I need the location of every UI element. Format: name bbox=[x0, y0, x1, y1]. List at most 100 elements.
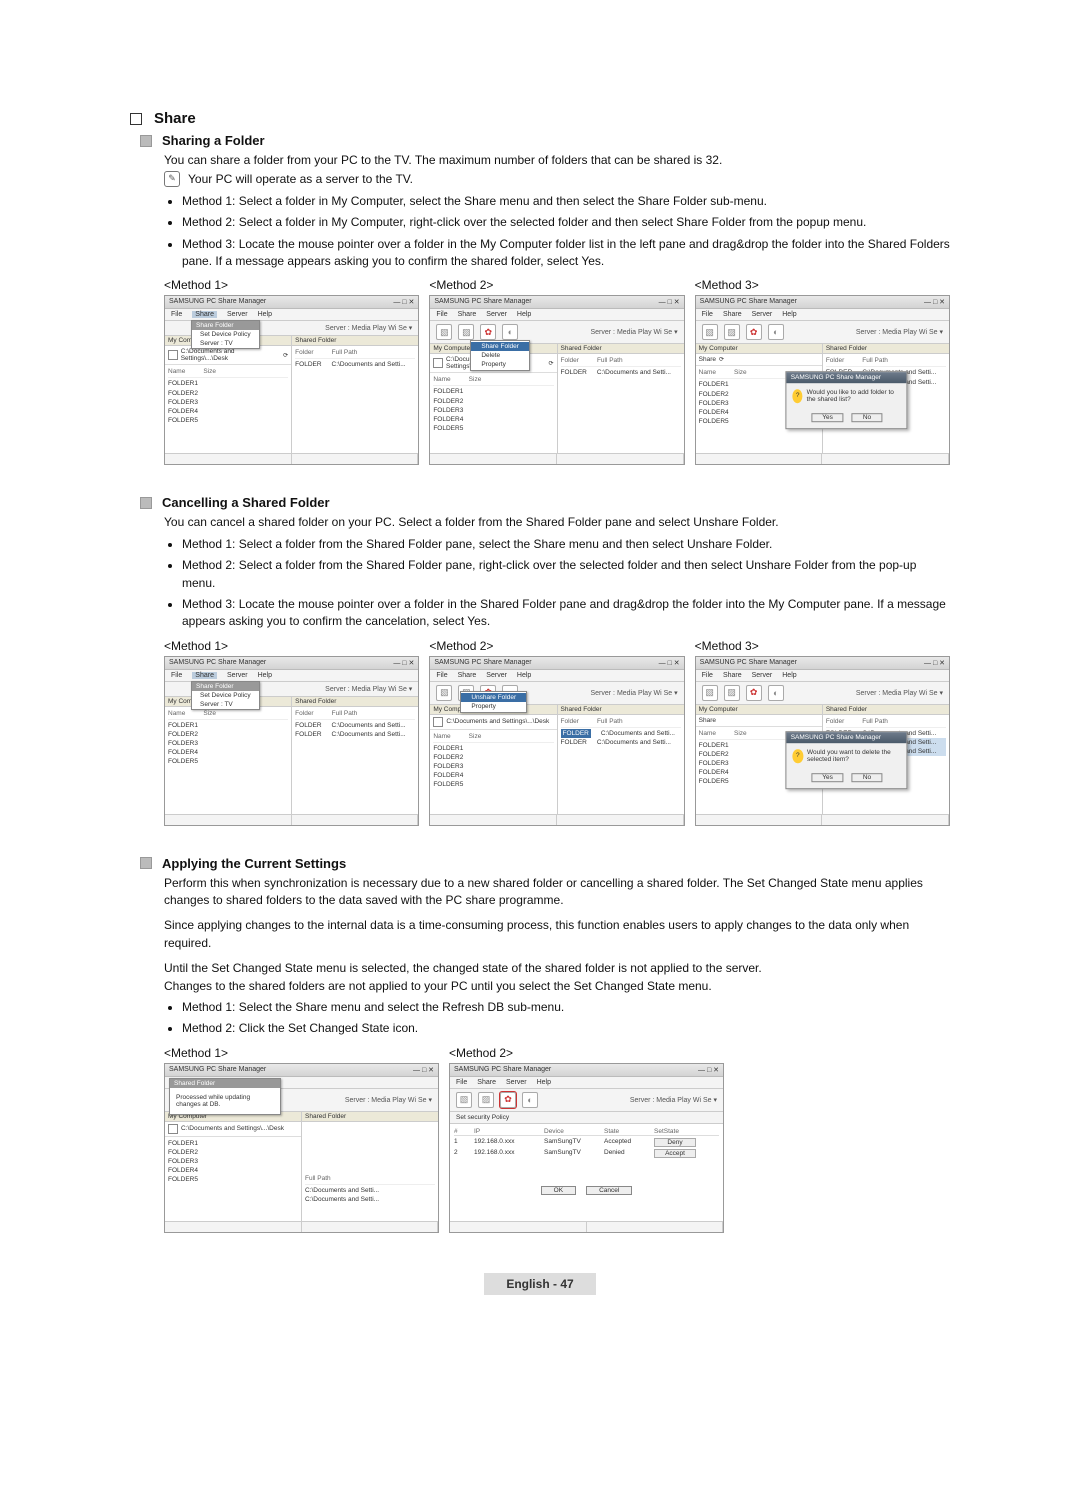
set-device-policy-item[interactable]: Set Device Policy bbox=[192, 691, 259, 700]
unshare-icon[interactable]: ▨ bbox=[478, 1092, 494, 1108]
menu-share[interactable]: Share bbox=[458, 672, 477, 679]
menu-file[interactable]: File bbox=[702, 672, 713, 679]
share-folder-item[interactable]: Share Folder bbox=[192, 321, 259, 330]
menu-help[interactable]: Help bbox=[782, 672, 796, 679]
refresh-icon[interactable]: ⟳ bbox=[548, 360, 553, 367]
shared-item[interactable]: FOLDER bbox=[561, 738, 587, 747]
menu-file[interactable]: File bbox=[171, 672, 182, 679]
list-item[interactable]: FOLDER1 bbox=[168, 1139, 298, 1148]
menu-file[interactable]: File bbox=[456, 1079, 467, 1086]
list-item[interactable]: FOLDER3 bbox=[433, 406, 553, 415]
menu-help[interactable]: Help bbox=[537, 1079, 551, 1086]
menubar[interactable]: File Share Server Help bbox=[430, 309, 683, 321]
ctx-property[interactable]: Property bbox=[471, 360, 529, 369]
list-item[interactable]: FOLDER4 bbox=[168, 1166, 298, 1175]
policy-icon[interactable]: ◐ bbox=[768, 685, 784, 701]
server-label[interactable]: Server : Media Play Wi Se ▾ bbox=[591, 328, 678, 336]
menu-server[interactable]: Server bbox=[486, 672, 507, 679]
list-item[interactable]: FOLDER3 bbox=[168, 1157, 298, 1166]
menu-server[interactable]: Server bbox=[227, 311, 248, 318]
menu-share[interactable]: Share bbox=[723, 672, 742, 679]
policy-icon[interactable]: ◐ bbox=[502, 324, 518, 340]
shared-item[interactable]: FOLDER bbox=[561, 368, 587, 377]
list-item[interactable]: FOLDER2 bbox=[168, 1148, 298, 1157]
list-item[interactable]: FOLDER5 bbox=[168, 757, 288, 766]
share-dropdown[interactable]: Share Folder Set Device Policy Server : … bbox=[191, 681, 260, 710]
set-device-policy-item[interactable]: Set Device Policy bbox=[192, 330, 259, 339]
list-item[interactable]: FOLDER4 bbox=[433, 415, 553, 424]
policy-icon[interactable]: ◐ bbox=[768, 324, 784, 340]
list-item[interactable]: FOLDER2 bbox=[168, 389, 288, 398]
server-label[interactable]: Server : Media Play Wi Se ▾ bbox=[856, 328, 943, 336]
menu-server[interactable]: Server bbox=[752, 311, 773, 318]
list-item[interactable]: FOLDER3 bbox=[433, 762, 553, 771]
table-row[interactable]: 1 192.168.0.xxx SamSungTV Accepted Deny bbox=[454, 1138, 719, 1147]
list-item[interactable]: FOLDER3 bbox=[168, 398, 288, 407]
server-tv-item[interactable]: Server : TV bbox=[192, 700, 259, 709]
close-icon[interactable]: — □ ✕ bbox=[698, 1066, 719, 1074]
share-dropdown[interactable]: Share Folder Set Device Policy Server : … bbox=[191, 320, 260, 349]
close-icon[interactable]: — □ ✕ bbox=[659, 298, 680, 306]
list-item[interactable]: FOLDER4 bbox=[168, 748, 288, 757]
list-item[interactable]: FOLDER4 bbox=[168, 407, 288, 416]
server-label[interactable]: Server : Media Play Wi Se ▾ bbox=[325, 685, 412, 693]
close-icon[interactable]: — □ ✕ bbox=[413, 1066, 434, 1074]
menubar[interactable]: File Share Server Help bbox=[450, 1077, 723, 1089]
menu-help[interactable]: Help bbox=[782, 311, 796, 318]
yes-button[interactable]: Yes bbox=[811, 413, 844, 422]
menu-help[interactable]: Help bbox=[517, 311, 531, 318]
list-item[interactable]: FOLDER5 bbox=[168, 1175, 298, 1184]
confirm-share-dialog[interactable]: SAMSUNG PC Share Manager ?Would you like… bbox=[786, 371, 908, 429]
context-menu[interactable]: Share Folder Delete Property bbox=[470, 344, 530, 371]
unshare-icon[interactable]: ▨ bbox=[724, 324, 740, 340]
server-tv-item[interactable]: Server : TV bbox=[192, 339, 259, 348]
refresh-icon[interactable]: ⟳ bbox=[719, 356, 724, 363]
list-item[interactable]: FOLDER4 bbox=[433, 771, 553, 780]
close-icon[interactable]: — □ ✕ bbox=[393, 659, 414, 667]
menubar[interactable]: File Share Server Help bbox=[696, 309, 949, 321]
close-icon[interactable]: — □ ✕ bbox=[924, 659, 945, 667]
set-changed-state-icon[interactable]: ✿ bbox=[746, 685, 762, 701]
close-icon[interactable]: — □ ✕ bbox=[659, 659, 680, 667]
ctx-share-folder[interactable]: Share Folder bbox=[471, 344, 529, 351]
cancel-button[interactable]: Cancel bbox=[586, 1186, 632, 1195]
set-changed-state-icon[interactable]: ✿ bbox=[746, 324, 762, 340]
list-item[interactable]: FOLDER1 bbox=[168, 379, 288, 388]
menu-file[interactable]: File bbox=[436, 672, 447, 679]
menu-share[interactable]: Share bbox=[192, 311, 217, 318]
menu-help[interactable]: Help bbox=[517, 672, 531, 679]
shared-item[interactable]: FOLDER bbox=[295, 730, 321, 739]
menu-server[interactable]: Server bbox=[227, 672, 248, 679]
menu-file[interactable]: File bbox=[436, 311, 447, 318]
ctx-delete[interactable]: Delete bbox=[471, 351, 529, 360]
menu-help[interactable]: Help bbox=[258, 672, 272, 679]
set-changed-state-icon[interactable]: ✿ bbox=[500, 1092, 516, 1108]
shared-item[interactable]: FOLDER bbox=[295, 721, 321, 730]
menu-file[interactable]: File bbox=[702, 311, 713, 318]
share-icon[interactable]: ▧ bbox=[702, 685, 718, 701]
confirm-unshare-dialog[interactable]: SAMSUNG PC Share Manager ?Would you want… bbox=[786, 732, 908, 790]
no-button[interactable]: No bbox=[852, 774, 882, 783]
shared-item-selected[interactable]: FOLDER bbox=[561, 729, 591, 738]
list-item[interactable]: FOLDER5 bbox=[433, 780, 553, 789]
close-icon[interactable]: — □ ✕ bbox=[924, 298, 945, 306]
shared-item[interactable]: FOLDER bbox=[295, 360, 321, 369]
share-icon[interactable]: ▧ bbox=[436, 324, 452, 340]
menubar[interactable]: File Share Server Help bbox=[696, 670, 949, 682]
set-changed-state-icon[interactable]: ✿ bbox=[480, 324, 496, 340]
server-label[interactable]: Server : Media Play Wi Se ▾ bbox=[591, 689, 678, 697]
yes-button[interactable]: Yes bbox=[811, 774, 844, 783]
policy-icon[interactable]: ◐ bbox=[522, 1092, 538, 1108]
list-item[interactable]: FOLDER2 bbox=[433, 753, 553, 762]
menu-share[interactable]: Share bbox=[723, 311, 742, 318]
server-label[interactable]: Server : Media Play Wi Se ▾ bbox=[630, 1096, 717, 1104]
menubar[interactable]: File Share Server Help bbox=[430, 670, 683, 682]
unshare-icon[interactable]: ▨ bbox=[458, 324, 474, 340]
list-item[interactable]: FOLDER2 bbox=[433, 397, 553, 406]
list-item[interactable]: FOLDER5 bbox=[433, 424, 553, 433]
menu-file[interactable]: File bbox=[171, 311, 182, 318]
menu-share[interactable]: Share bbox=[477, 1079, 496, 1086]
server-label[interactable]: Server : Media Play Wi Se ▾ bbox=[345, 1096, 432, 1104]
menu-server[interactable]: Server bbox=[506, 1079, 527, 1086]
ok-button[interactable]: OK bbox=[541, 1186, 576, 1195]
